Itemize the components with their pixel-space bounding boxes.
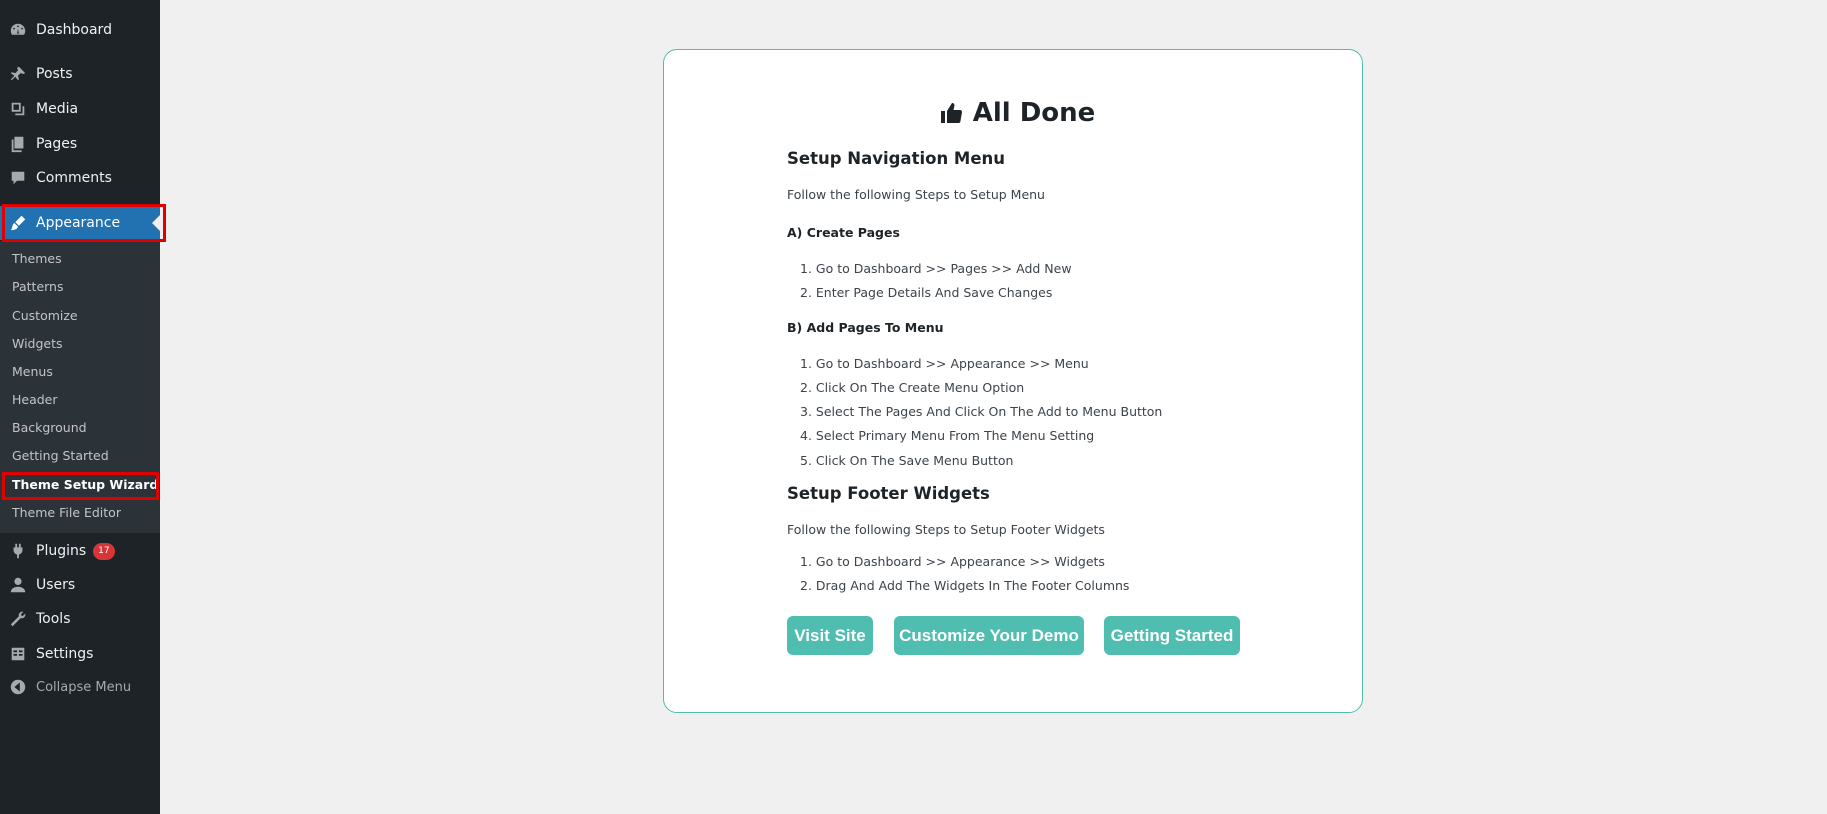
sidebar-item-pages[interactable]: Pages [0, 127, 160, 161]
sidebar-item-label: Appearance [36, 215, 121, 231]
submenu-item-patterns[interactable]: Patterns [12, 275, 63, 299]
sidebar-item-dashboard[interactable]: Dashboard [0, 13, 160, 47]
sidebar-item-media[interactable]: Media [0, 92, 160, 126]
footer-widgets-heading: Setup Footer Widgets [787, 484, 990, 503]
list-item: 1. Go to Dashboard >> Appearance >> Widg… [800, 554, 1105, 569]
sidebar-item-comments[interactable]: Comments [0, 161, 160, 195]
nav-menu-heading: Setup Navigation Menu [787, 149, 1006, 168]
admin-sidebar: Dashboard Posts Media Pages Comments App… [0, 0, 160, 814]
list-item: 5. Click On The Save Menu Button [800, 453, 1014, 468]
sidebar-item-label: Users [36, 577, 76, 593]
submenu-item-theme-setup-wizard[interactable]: Theme Setup Wizard [12, 473, 158, 497]
list-item: 2. Enter Page Details And Save Changes [800, 285, 1053, 300]
setup-complete-card: All Done Setup Navigation Menu Follow th… [663, 49, 1363, 713]
sidebar-item-label: Dashboard [36, 22, 112, 38]
sidebar-item-settings[interactable]: Settings [0, 637, 160, 671]
list-item: 3. Select The Pages And Click On The Add… [800, 404, 1163, 419]
sidebar-item-label: Settings [36, 646, 94, 662]
page-title: All Done [787, 98, 1247, 128]
comment-icon [8, 168, 28, 188]
submenu-item-background[interactable]: Background [12, 416, 87, 440]
sidebar-item-label: Posts [36, 66, 73, 82]
sidebar-item-label: Plugins [36, 543, 87, 559]
user-icon [8, 575, 28, 595]
plugins-update-badge: 17 [93, 542, 115, 560]
dashboard-icon [8, 20, 28, 40]
add-pages-heading: B) Add Pages To Menu [787, 320, 944, 335]
submenu-item-getting-started[interactable]: Getting Started [12, 444, 109, 468]
sidebar-item-plugins[interactable]: Plugins 17 [0, 534, 160, 568]
submenu-item-themes[interactable]: Themes [12, 247, 62, 271]
sidebar-item-label: Pages [36, 136, 78, 152]
pin-icon [8, 64, 28, 84]
media-icon [8, 99, 28, 119]
list-item: 2. Drag And Add The Widgets In The Foote… [800, 578, 1130, 593]
wrench-icon [8, 609, 28, 629]
list-item: 1. Go to Dashboard >> Appearance >> Menu [800, 356, 1089, 371]
submenu-item-widgets[interactable]: Widgets [12, 332, 63, 356]
sidebar-item-label: Tools [36, 611, 71, 627]
footer-widgets-intro: Follow the following Steps to Setup Foot… [787, 522, 1105, 537]
brush-icon [8, 213, 28, 233]
sidebar-item-tools[interactable]: Tools [0, 602, 160, 636]
create-pages-heading: A) Create Pages [787, 225, 900, 240]
pages-icon [8, 134, 28, 154]
sidebar-item-posts[interactable]: Posts [0, 57, 160, 91]
submenu-item-header[interactable]: Header [12, 388, 58, 412]
list-item: 4. Select Primary Menu From The Menu Set… [800, 428, 1095, 443]
sidebar-item-label: Comments [36, 170, 112, 186]
getting-started-button[interactable]: Getting Started [1104, 616, 1240, 655]
nav-menu-intro: Follow the following Steps to Setup Menu [787, 187, 1045, 202]
settings-icon [8, 644, 28, 664]
collapse-menu-label: Collapse Menu [36, 679, 132, 695]
sidebar-item-users[interactable]: Users [0, 568, 160, 602]
collapse-arrow-icon [8, 677, 28, 697]
list-item: 1. Go to Dashboard >> Pages >> Add New [800, 261, 1072, 276]
thumbs-up-icon [940, 103, 962, 124]
collapse-menu-button[interactable]: Collapse Menu [0, 670, 160, 704]
customize-demo-button[interactable]: Customize Your Demo [894, 616, 1084, 655]
appearance-submenu: Themes Patterns Customize Widgets Menus … [0, 241, 160, 533]
sidebar-item-label: Media [36, 101, 79, 117]
submenu-item-menus[interactable]: Menus [12, 360, 53, 384]
title-text: All Done [972, 98, 1096, 128]
plug-icon [8, 541, 28, 561]
submenu-item-theme-file-editor[interactable]: Theme File Editor [12, 501, 121, 525]
list-item: 2. Click On The Create Menu Option [800, 380, 1025, 395]
visit-site-button[interactable]: Visit Site [787, 616, 873, 655]
submenu-item-customize[interactable]: Customize [12, 304, 78, 328]
sidebar-item-appearance[interactable]: Appearance [0, 206, 160, 240]
